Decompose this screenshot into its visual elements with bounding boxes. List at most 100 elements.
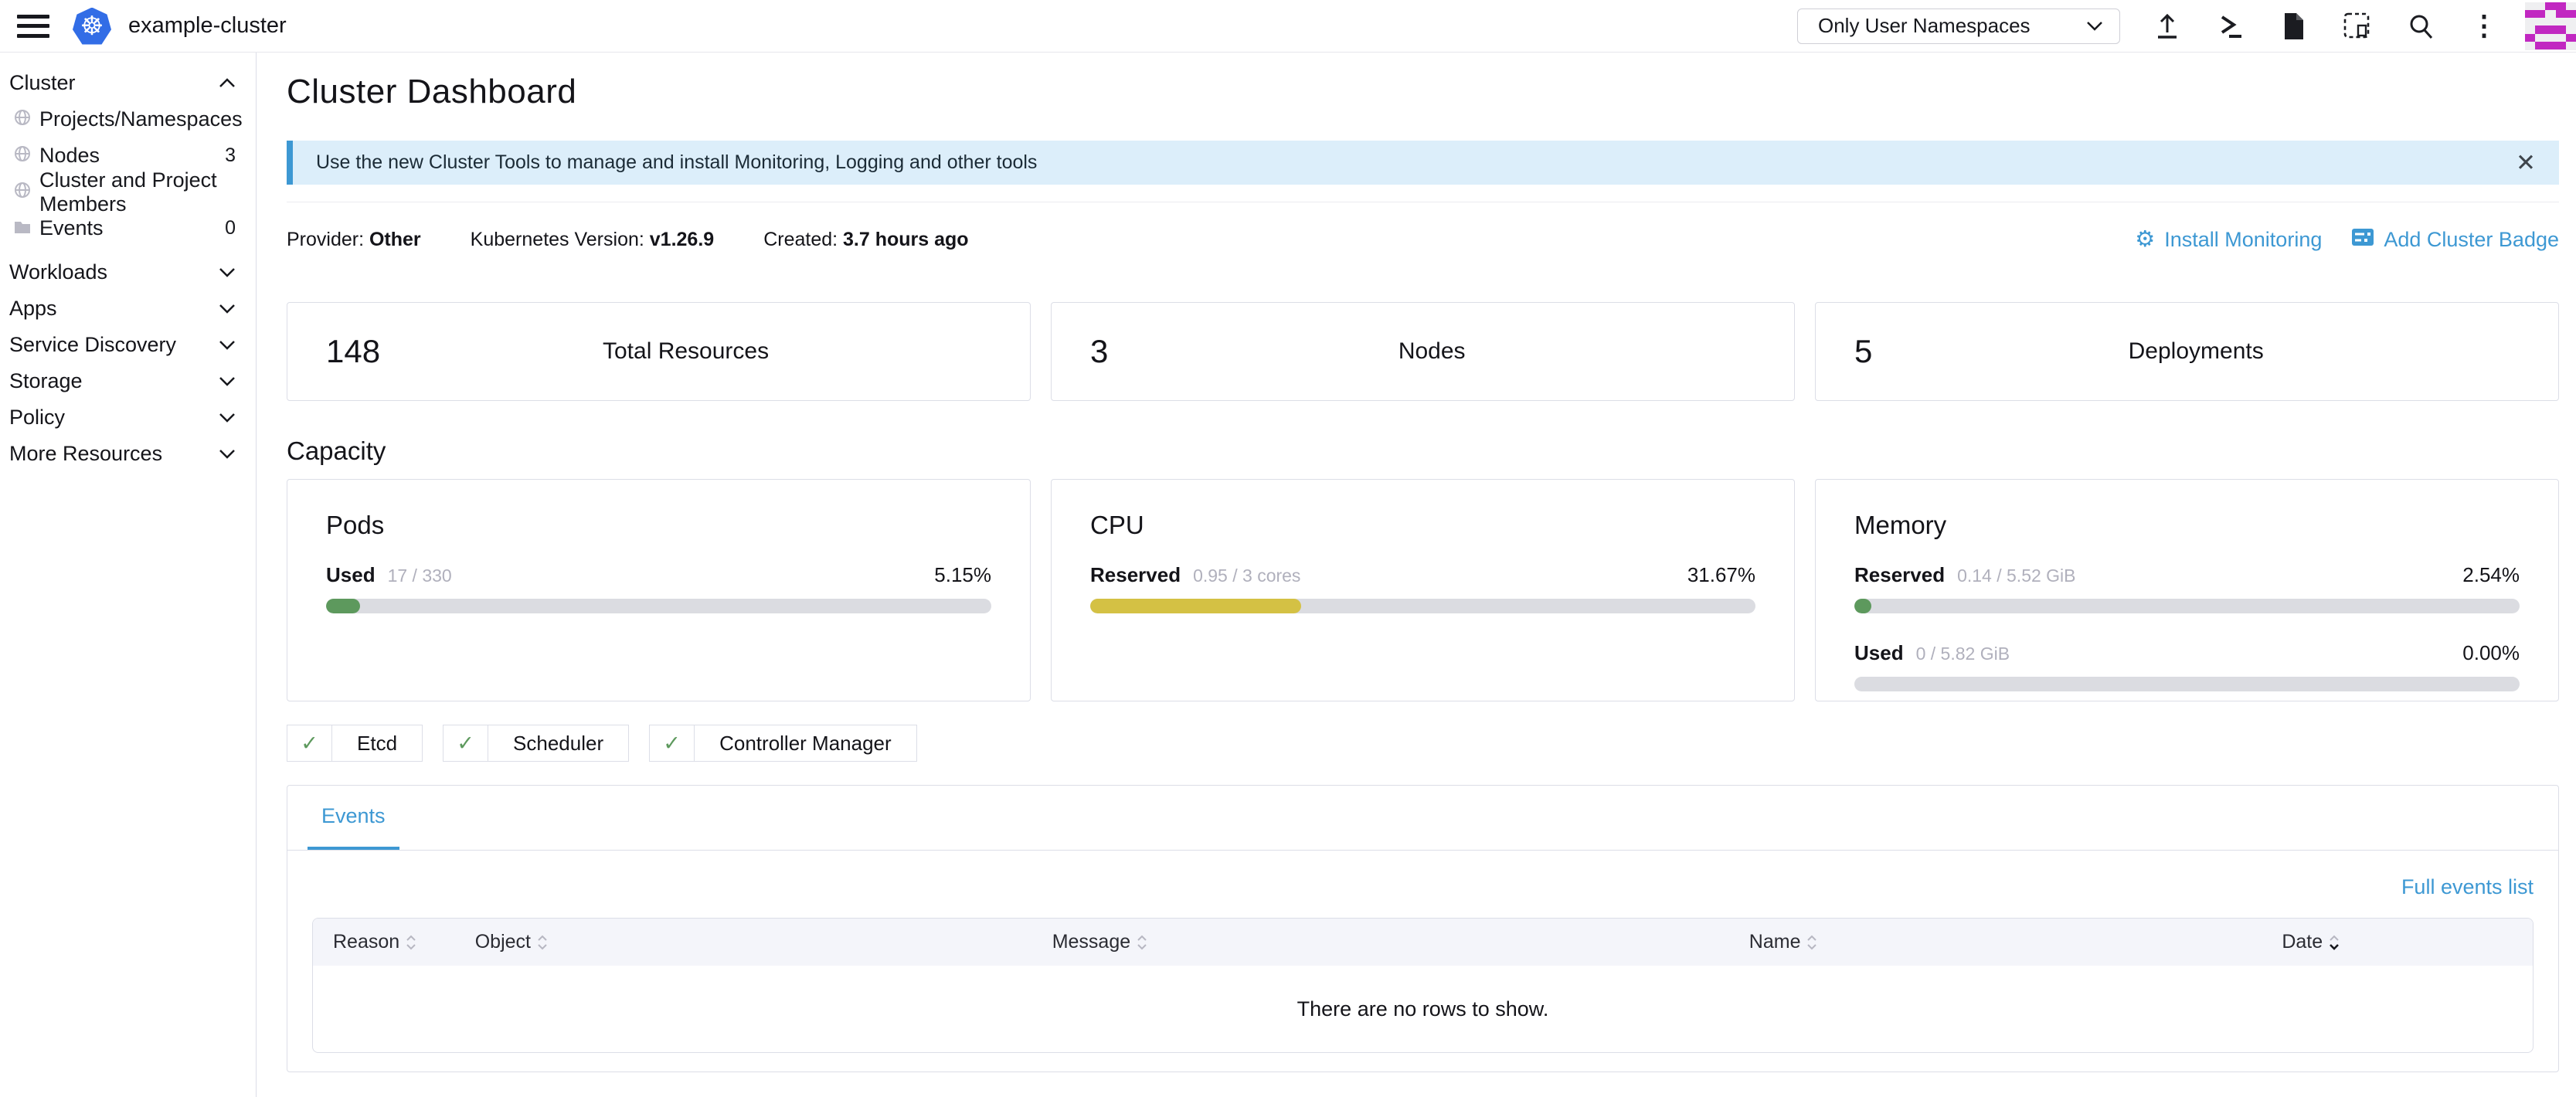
sidebar-group-service-discovery[interactable]: Service Discovery xyxy=(0,327,256,363)
cpu-reserved-row: Reserved 0.95 / 3 cores 31.67% xyxy=(1090,563,1755,587)
stat-label: Nodes xyxy=(1108,338,1755,365)
file-icon[interactable] xyxy=(2279,12,2309,41)
app-root: ☸ example-cluster Only User Namespaces xyxy=(0,0,2576,1097)
search-icon[interactable] xyxy=(2406,12,2435,41)
column-label: Object xyxy=(475,931,531,953)
banner-text: Use the new Cluster Tools to manage and … xyxy=(316,151,1037,174)
sidebar-item-count: 3 xyxy=(225,144,236,167)
namespace-filter-value: Only User Namespaces xyxy=(1818,14,2031,38)
bar-fraction: 0.14 / 5.52 GiB xyxy=(1957,565,2075,586)
memory-used-progress-bar xyxy=(1854,677,2520,691)
chevron-down-icon xyxy=(219,267,236,277)
chevron-down-icon xyxy=(219,304,236,314)
sidebar-group-label: Policy xyxy=(9,406,219,430)
chevron-down-icon xyxy=(219,340,236,350)
events-panel: Events Full events list Reason xyxy=(287,785,2559,1072)
sort-icon xyxy=(1806,935,1817,950)
sort-icon xyxy=(406,935,416,950)
copy-kubeconfig-icon[interactable] xyxy=(2343,12,2372,41)
cluster-glance-row: Provider: Other Kubernetes Version: v1.2… xyxy=(287,227,2559,253)
sort-icon xyxy=(1137,935,1147,950)
glance-actions: ⚙ Install Monitoring Add Cluster Badge xyxy=(2135,227,2559,253)
tab-events[interactable]: Events xyxy=(308,786,399,850)
sidebar-group-cluster[interactable]: Cluster xyxy=(0,65,256,101)
upload-icon[interactable] xyxy=(2153,12,2182,41)
bar-label: Reserved xyxy=(1854,563,1945,587)
events-table-header: Reason Object Message xyxy=(313,919,2533,966)
glance-label: Created: xyxy=(763,229,843,250)
events-empty-message: There are no rows to show. xyxy=(313,966,2533,1052)
glance-value: v1.26.9 xyxy=(650,229,714,250)
column-header-object[interactable]: Object xyxy=(475,931,1052,953)
install-monitoring-link[interactable]: ⚙ Install Monitoring xyxy=(2135,228,2322,252)
sidebar-item-label: Projects/Namespaces xyxy=(39,107,243,131)
capacity-card-title: Memory xyxy=(1854,511,2520,540)
column-header-date[interactable]: Date xyxy=(2282,931,2533,953)
sidebar-item-count: 0 xyxy=(225,217,236,239)
glance-value: Other xyxy=(369,229,421,250)
capacity-card-title: Pods xyxy=(326,511,991,540)
glance-created: Created: 3.7 hours ago xyxy=(763,229,968,251)
kebab-menu-icon[interactable]: ⋮ xyxy=(2469,12,2499,41)
sidebar-group-label: Storage xyxy=(9,369,219,393)
column-header-name[interactable]: Name xyxy=(1749,931,2282,953)
health-badge-scheduler: ✓ Scheduler xyxy=(443,725,629,762)
add-cluster-badge-link[interactable]: Add Cluster Badge xyxy=(2351,227,2559,253)
memory-reserved-progress-bar xyxy=(1854,599,2520,613)
sidebar-group-storage[interactable]: Storage xyxy=(0,363,256,399)
bar-label: Reserved xyxy=(1090,563,1181,587)
chevron-down-icon xyxy=(219,376,236,386)
stats-row: 148 Total Resources 3 Nodes 5 Deployment… xyxy=(287,302,2559,401)
topbar-icons: ⋮ xyxy=(2153,12,2499,41)
namespace-filter-dropdown[interactable]: Only User Namespaces xyxy=(1797,8,2120,44)
sidebar-group-workloads[interactable]: Workloads xyxy=(0,254,256,290)
health-badge-controller-manager: ✓ Controller Manager xyxy=(649,725,917,762)
column-label: Message xyxy=(1052,931,1130,953)
sidebar-group-policy[interactable]: Policy xyxy=(0,399,256,436)
stat-value: 5 xyxy=(1854,333,1872,370)
stat-label: Total Resources xyxy=(380,338,991,365)
sidebar-item-cluster-project-members[interactable]: Cluster and Project Members xyxy=(0,174,256,210)
main-content: Cluster Dashboard Use the new Cluster To… xyxy=(257,53,2576,1097)
health-badges-row: ✓ Etcd ✓ Scheduler ✓ Controller Manager xyxy=(287,725,2559,762)
kubernetes-logo-icon: ☸ xyxy=(73,8,111,45)
kubectl-shell-icon[interactable] xyxy=(2216,12,2245,41)
page-title: Cluster Dashboard xyxy=(287,73,2559,111)
sidebar-group-label: Apps xyxy=(9,297,219,321)
pods-progress-bar xyxy=(326,599,991,613)
chevron-up-icon xyxy=(219,78,236,88)
capacity-card-memory: Memory Reserved 0.14 / 5.52 GiB 2.54% Us… xyxy=(1815,479,2559,701)
cluster-name: example-cluster xyxy=(128,13,287,39)
glance-value: 3.7 hours ago xyxy=(843,229,969,250)
chevron-down-icon xyxy=(219,449,236,459)
memory-used-row: Used 0 / 5.82 GiB 0.00% xyxy=(1854,641,2520,665)
health-badge-etcd: ✓ Etcd xyxy=(287,725,423,762)
hamburger-menu-icon[interactable] xyxy=(17,15,49,38)
close-icon[interactable]: ✕ xyxy=(2516,151,2536,175)
full-events-list-link[interactable]: Full events list xyxy=(2401,875,2534,898)
globe-icon xyxy=(14,107,31,131)
bar-fraction: 0.95 / 3 cores xyxy=(1193,565,1300,586)
user-avatar-identicon[interactable] xyxy=(2525,2,2576,50)
column-header-reason[interactable]: Reason xyxy=(313,931,475,953)
health-badge-label: Etcd xyxy=(332,725,422,761)
sidebar-group-apps[interactable]: Apps xyxy=(0,290,256,327)
bar-percent: 0.00% xyxy=(2462,641,2520,665)
events-table: Reason Object Message xyxy=(312,918,2534,1053)
capacity-card-cpu: CPU Reserved 0.95 / 3 cores 31.67% xyxy=(1051,479,1795,701)
column-header-message[interactable]: Message xyxy=(1052,931,1749,953)
sidebar-group-label: Service Discovery xyxy=(9,333,219,357)
sidebar-group-label: Workloads xyxy=(9,260,219,284)
sidebar-item-projects-namespaces[interactable]: Projects/Namespaces xyxy=(0,101,256,138)
sort-icon xyxy=(537,935,548,950)
top-header-bar: ☸ example-cluster Only User Namespaces xyxy=(0,0,2576,53)
events-panel-body: Full events list Reason Object xyxy=(287,851,2558,1053)
gear-icon: ⚙ xyxy=(2135,229,2155,251)
memory-reserved-progress-fill xyxy=(1854,599,1871,613)
sidebar-group-label: More Resources xyxy=(9,442,219,466)
capacity-card-title: CPU xyxy=(1090,511,1755,540)
chevron-down-icon xyxy=(219,413,236,423)
sidebar-group-more-resources[interactable]: More Resources xyxy=(0,436,256,472)
bar-percent: 5.15% xyxy=(934,563,991,587)
globe-icon xyxy=(14,180,31,204)
